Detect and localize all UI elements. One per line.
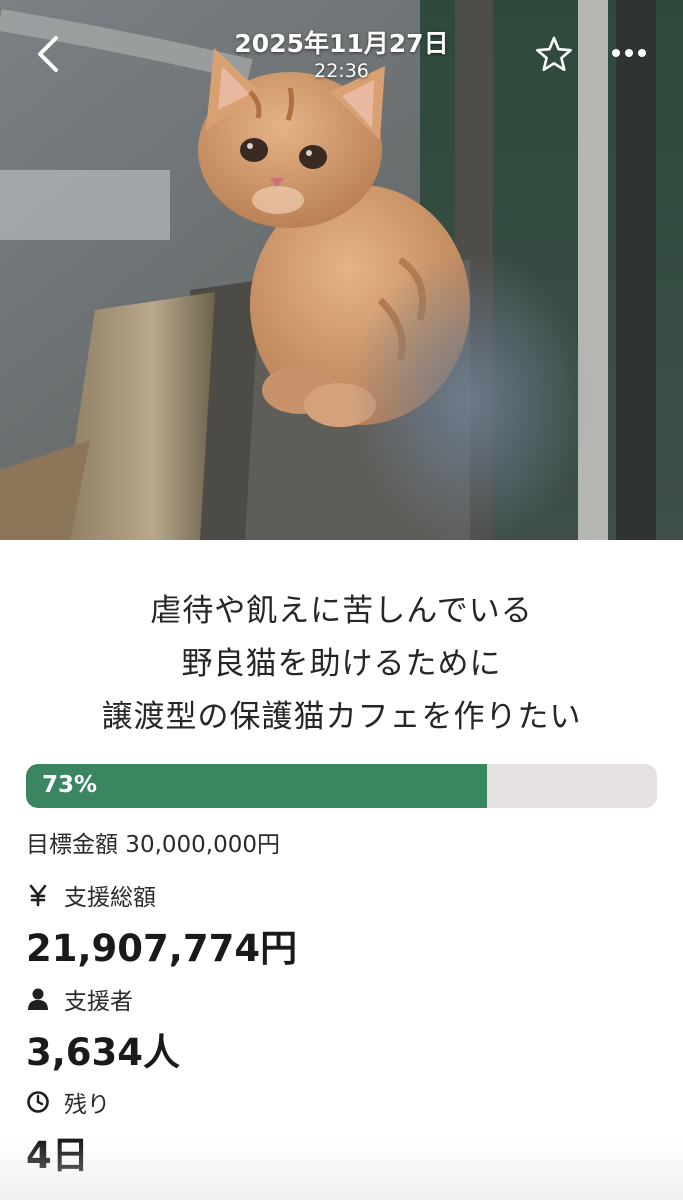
star-outline-icon [536,36,572,72]
total-raised-value: 21,907,774円 [26,927,298,970]
remaining-label-row: 残り [26,1085,110,1119]
person-icon [26,987,50,1011]
more-horizontal-icon [612,49,646,57]
project-headline: 虐待や飢えに苦しんでいる 野良猫を助けるために 譲渡型の保護猫カフェを作りたい [0,585,683,744]
total-raised-label: 支援総額 [64,885,156,911]
yen-icon [26,883,50,907]
backers-label-row: 支援者 [26,982,133,1016]
total-raised-label-row: 支援総額 [26,878,156,912]
backers-label: 支援者 [64,989,133,1015]
headline-line: 虐待や飢えに苦しんでいる [150,593,533,629]
viewer-top-bar: 2025年11月27日 22:36 [0,0,683,100]
bottom-fade-overlay [0,1140,683,1200]
clock-icon [26,1090,50,1114]
remaining-label: 残り [64,1092,110,1118]
funding-progress-bar [26,764,657,808]
backers-value: 3,634人 [26,1031,181,1074]
goal-amount: 目標金額 30,000,000円 [26,832,280,858]
favorite-button[interactable] [532,34,576,74]
more-options-button[interactable] [606,38,652,68]
headline-line: 譲渡型の保護猫カフェを作りたい [101,699,582,735]
progress-percent: 73% [42,772,98,798]
viewer-date: 2025年11月27日 [234,29,449,58]
headline-line: 野良猫を助けるために [181,646,502,682]
viewer-time: 22:36 [314,60,369,82]
